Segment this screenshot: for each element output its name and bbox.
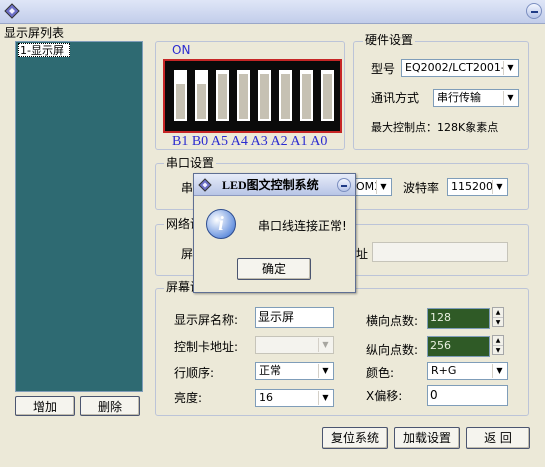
dip-switch-block [163, 59, 342, 133]
dip-switch[interactable] [321, 70, 334, 121]
add-button[interactable]: 增加 [15, 396, 75, 416]
dip-switch-knob [239, 74, 248, 119]
baud-value: 115200 [451, 180, 493, 193]
comm-value: 串行传输 [437, 91, 481, 104]
network-screen-label: 屏 [181, 247, 194, 261]
spin-up-icon[interactable]: ▲ [493, 308, 503, 318]
hardware-title: 硬件设置 [363, 33, 416, 47]
network-address-field[interactable] [372, 242, 508, 262]
screen-name-input[interactable]: 显示屏 [255, 307, 334, 328]
dip-switch[interactable] [300, 70, 313, 121]
window-titlebar [0, 0, 545, 24]
dip-label: A5 [210, 134, 229, 149]
delete-button[interactable]: 删除 [80, 396, 140, 416]
brightness-label: 亮度: [174, 391, 203, 405]
chevron-down-icon[interactable]: ▼ [492, 364, 506, 378]
row-order-value: 正常 [259, 364, 281, 377]
dip-label: A4 [230, 134, 248, 149]
dialog-message: 串口线连接正常! [258, 219, 347, 233]
card-address-select[interactable]: ▼ [255, 336, 334, 354]
message-dialog: LED图文控制系统 i 串口线连接正常! 确定 [193, 173, 356, 293]
port-label: 串 [181, 181, 194, 195]
dip-switch-knob [302, 74, 311, 119]
load-settings-button[interactable]: 加载设置 [394, 427, 460, 449]
dip-switch[interactable] [237, 70, 250, 121]
minimize-icon [341, 185, 347, 187]
dip-switch-knob [260, 74, 269, 119]
chevron-down-icon[interactable]: ▼ [318, 391, 332, 405]
dialog-titlebar: LED图文控制系统 [194, 174, 355, 196]
app-icon [4, 3, 20, 19]
vpoints-label: 纵向点数: [366, 343, 419, 357]
serial-title: 串口设置 [164, 156, 217, 170]
dip-on-label: ON [172, 43, 191, 57]
dip-switch[interactable] [174, 70, 187, 121]
dip-switch-knob [197, 84, 206, 119]
brightness-select[interactable]: 16 ▼ [255, 389, 334, 407]
color-value: R+G [431, 364, 457, 377]
comm-select[interactable]: 串行传输 ▼ [433, 89, 519, 107]
vpoints-spinner[interactable]: ▲ ▼ [492, 335, 504, 355]
dip-label: A0 [310, 134, 328, 149]
dip-label: B0 [191, 134, 209, 149]
spin-down-icon[interactable]: ▼ [493, 318, 503, 327]
baud-label: 波特率 [403, 181, 440, 195]
dialog-title: LED图文控制系统 [222, 178, 319, 192]
dip-label: B1 [172, 134, 189, 149]
color-select[interactable]: R+G ▼ [427, 362, 508, 380]
network-address-label: 址 [356, 247, 369, 261]
dialog-minimize-button[interactable] [337, 178, 351, 192]
row-order-select[interactable]: 正常 ▼ [255, 362, 334, 380]
dip-switch[interactable] [195, 70, 208, 121]
xoffset-input[interactable]: 0 [427, 385, 508, 406]
back-button[interactable]: 返 回 [466, 427, 530, 449]
spin-down-icon[interactable]: ▼ [493, 346, 503, 355]
display-list-title: 显示屏列表 [4, 26, 65, 40]
minimize-icon [531, 11, 538, 13]
screen-name-label: 显示屏名称: [174, 313, 239, 327]
dip-label: A1 [290, 134, 308, 149]
vpoints-input[interactable]: 256 [427, 336, 490, 357]
model-select[interactable]: EQ2002/LCT2001-1 ▼ [401, 59, 519, 77]
dip-switch[interactable] [279, 70, 292, 121]
dialog-app-icon [198, 178, 212, 192]
dip-switch-knob [323, 74, 332, 119]
hpoints-spinner[interactable]: ▲ ▼ [492, 307, 504, 327]
hpoints-input[interactable]: 128 [427, 308, 490, 329]
chevron-down-icon[interactable]: ▼ [318, 338, 332, 352]
dip-switch-knob [218, 74, 227, 119]
spin-up-icon[interactable]: ▲ [493, 336, 503, 346]
dip-switch[interactable] [258, 70, 271, 121]
card-address-label: 控制卡地址: [174, 340, 239, 354]
ok-button[interactable]: 确定 [237, 258, 311, 280]
dip-switch[interactable] [216, 70, 229, 121]
reset-system-button[interactable]: 复位系统 [322, 427, 388, 449]
comm-label: 通讯方式 [371, 91, 420, 105]
list-item[interactable]: 1-显示屏 [18, 43, 70, 57]
port-select[interactable]: OM3 ▼ [352, 178, 392, 196]
max-points-label: 最大控制点：128K象素点 [371, 121, 499, 134]
chevron-down-icon[interactable]: ▼ [492, 180, 506, 194]
dip-switch-knob [281, 74, 290, 119]
chevron-down-icon[interactable]: ▼ [318, 364, 332, 378]
dip-switch-knob [176, 84, 185, 119]
hpoints-label: 横向点数: [366, 314, 419, 328]
brightness-value: 16 [259, 391, 273, 404]
dip-labels: B1 B0 A5 A4 A3 A2 A1 A0 [172, 134, 327, 150]
xoffset-label: X偏移: [366, 389, 403, 403]
display-list[interactable]: 1-显示屏 [15, 41, 143, 392]
baud-select[interactable]: 115200 ▼ [447, 178, 508, 196]
chevron-down-icon[interactable]: ▼ [503, 91, 517, 105]
chevron-down-icon[interactable]: ▼ [503, 61, 517, 75]
color-label: 颜色: [366, 366, 395, 380]
dip-label: A2 [270, 134, 288, 149]
chevron-down-icon[interactable]: ▼ [376, 180, 390, 194]
info-icon: i [206, 209, 236, 239]
model-label: 型号 [371, 62, 396, 76]
dip-label: A3 [250, 134, 268, 149]
model-value: EQ2002/LCT2001-1 [405, 61, 512, 74]
row-order-label: 行顺序: [174, 366, 215, 380]
minimize-button[interactable] [526, 3, 542, 19]
